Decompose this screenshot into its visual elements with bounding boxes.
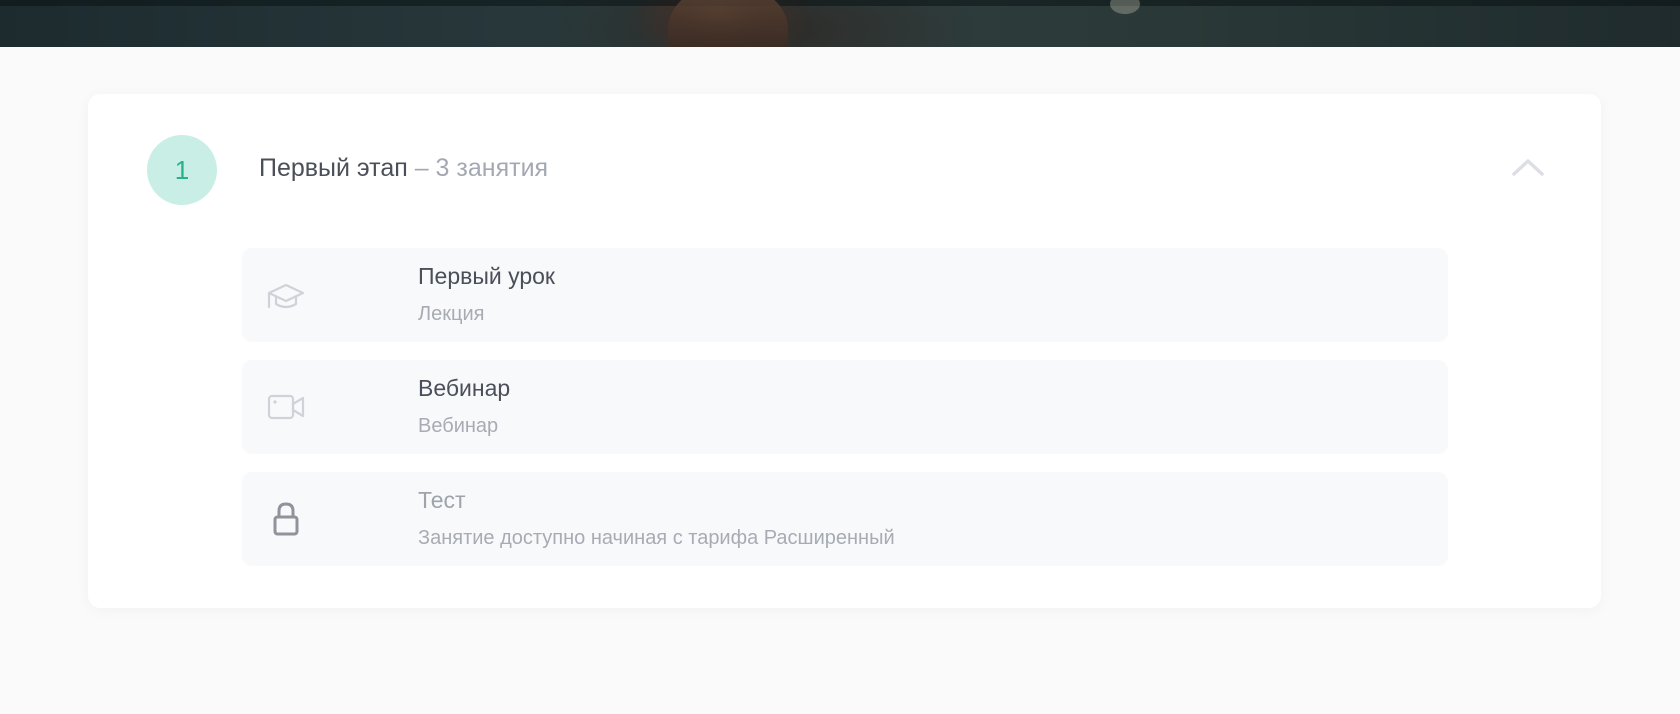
video-camera-icon bbox=[267, 394, 305, 420]
collapse-button[interactable] bbox=[1508, 152, 1548, 182]
stage-title-text: Первый этап bbox=[259, 154, 408, 182]
hero-image bbox=[0, 0, 1680, 47]
lesson-title: Тест bbox=[418, 487, 466, 513]
lock-icon bbox=[273, 502, 299, 536]
lesson-item-first-lesson[interactable]: Первый урок Лекция bbox=[242, 248, 1448, 342]
hero-figure bbox=[668, 0, 788, 47]
stage-lesson-count: – 3 занятия bbox=[407, 154, 549, 182]
lesson-item-webinar[interactable]: Вебинар Вебинар bbox=[242, 360, 1448, 454]
lesson-item-test[interactable]: Тест Занятие доступно начиная с тарифа Р… bbox=[242, 472, 1448, 566]
hero-top-line bbox=[0, 0, 1680, 6]
stage-number-badge: 1 bbox=[147, 135, 217, 205]
chevron-up-icon bbox=[1512, 159, 1544, 176]
lesson-title: Первый урок bbox=[418, 263, 555, 289]
stage-card: 1 Первый этап – 3 занятия Первый урок Ле… bbox=[88, 94, 1601, 608]
lesson-title: Вебинар bbox=[418, 375, 511, 401]
hero-glow bbox=[1110, 0, 1140, 14]
lesson-subtitle: Вебинар bbox=[418, 415, 499, 437]
lesson-subtitle: Лекция bbox=[418, 303, 485, 325]
stage-title[interactable]: Первый этап – 3 занятия bbox=[259, 154, 548, 183]
lesson-locked-note: Занятие доступно начиная с тарифа Расшир… bbox=[418, 527, 895, 549]
graduation-cap-icon bbox=[267, 283, 305, 309]
